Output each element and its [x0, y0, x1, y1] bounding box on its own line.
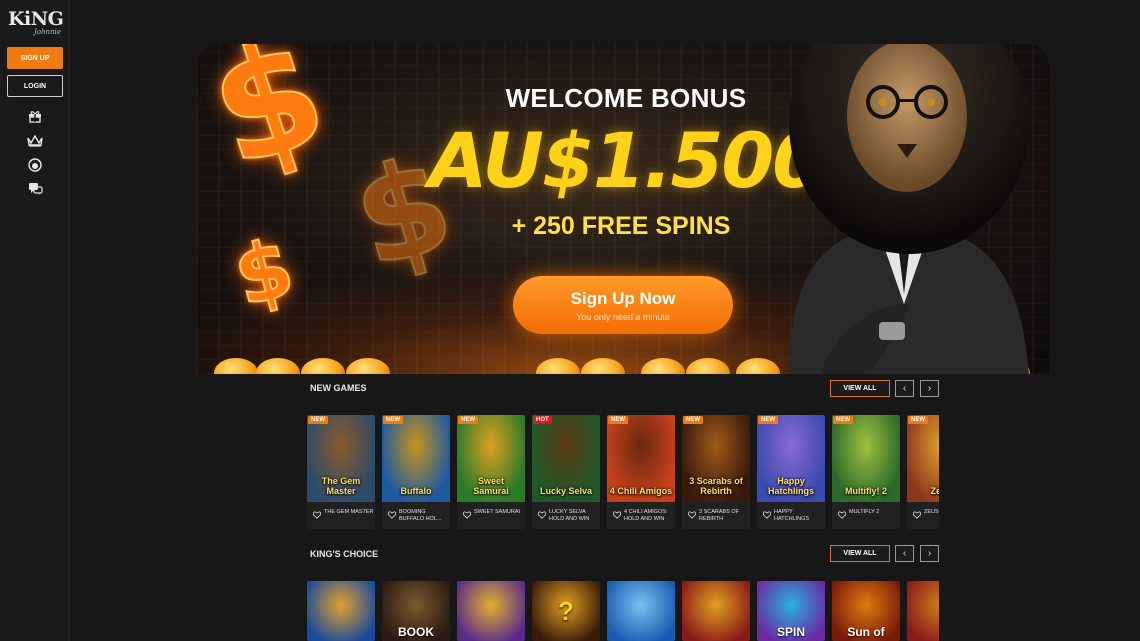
game-art-title: Sun of — [847, 625, 885, 639]
new-badge: NEW — [758, 416, 778, 424]
welcome-bonus-title: WELCOME BONUS — [505, 83, 747, 113]
favorite-heart-icon[interactable] — [538, 511, 546, 519]
new-games-carousel: The Gem Master NEW THE GEM MASTER Buffalo NE… — [307, 415, 939, 529]
new-games-prev-button[interactable]: ‹ — [895, 380, 914, 397]
kings-choice-title: KING'S CHOICE — [310, 549, 379, 559]
game-thumbnail[interactable] — [457, 581, 525, 641]
game-thumbnail[interactable]: The Gem Master — [307, 415, 375, 502]
game-name: SWEET SAMURAI — [474, 509, 521, 515]
game-card[interactable]: 3 Scarabs of Rebirth NEW 3 SCARABS OF REBI… — [682, 415, 750, 529]
game-thumbnail[interactable]: Sun of — [832, 581, 900, 641]
new-badge: NEW — [683, 416, 703, 424]
game-art-title: Lucky Selva — [539, 486, 593, 496]
brand-logo[interactable]: KiNG Johnnie — [8, 8, 64, 38]
game-thumbnail[interactable]: BOOK — [382, 581, 450, 641]
game-card[interactable]: Lucky Selva HOT LUCKY SELVA HOLD AND WIN — [532, 415, 600, 529]
game-art-title: 4 Chili Amigos — [609, 486, 673, 496]
new-badge: NEW — [833, 416, 853, 424]
game-name: MULTIFLY 2 — [849, 509, 880, 515]
brand-sub: Johnnie — [34, 28, 61, 36]
favorite-heart-icon[interactable] — [913, 511, 921, 519]
game-thumbnail[interactable]: 3 Scarabs of Rebirth — [682, 415, 750, 502]
game-card[interactable]: Buffalo NEW BOOMING BUFFALO HOL... — [382, 415, 450, 529]
favorite-heart-icon[interactable] — [613, 511, 621, 519]
new-games-view-all-button[interactable]: VIEW ALL — [830, 380, 890, 397]
new-badge: NEW — [608, 416, 628, 424]
game-thumbnail[interactable]: Happy Hatchlings — [757, 415, 825, 502]
game-thumbnail[interactable]: ? — [532, 581, 600, 641]
game-art-title: Happy Hatchlings — [767, 476, 814, 496]
cta-sublabel: You only need a minute — [576, 311, 670, 322]
game-thumbnail[interactable]: Sweet Samurai — [457, 415, 525, 502]
lion-mascot-image — [789, 44, 1029, 374]
favorite-heart-icon[interactable] — [388, 511, 396, 519]
game-name: ZEUS FURY — [924, 509, 939, 515]
chevron-left-icon: ‹ — [902, 548, 907, 559]
game-name: THE GEM MASTER — [324, 509, 374, 515]
game-art-title: SPIN — [776, 625, 805, 639]
crown-icon[interactable] — [27, 133, 43, 149]
game-card[interactable]: The Gem Master NEW THE GEM MASTER — [307, 415, 375, 529]
welcome-bonus-banner[interactable]: $ $ $ WELCOME BONUS AU$1.500 + 250 FREE … — [196, 44, 1049, 374]
lion-icon[interactable] — [27, 157, 43, 173]
chat-icon[interactable] — [27, 181, 43, 197]
chevron-right-icon: › — [927, 383, 932, 394]
favorite-heart-icon[interactable] — [688, 511, 696, 519]
new-badge: NEW — [308, 416, 328, 424]
game-name: 4 CHILI AMIGOS: HOLD AND WIN — [624, 509, 668, 522]
game-name: BOOMING BUFFALO HOL... — [399, 509, 442, 522]
game-thumbnail[interactable]: 4 Chili Amigos — [607, 415, 675, 502]
game-thumbnail[interactable]: SPIN — [757, 581, 825, 641]
favorite-heart-icon[interactable] — [313, 511, 321, 519]
game-thumbnail[interactable]: Zeus — [907, 415, 939, 502]
game-art-title: ? — [558, 596, 574, 626]
kings-choice-next-button[interactable]: › — [920, 545, 939, 562]
game-art-title: 3 Scarabs of Rebirth — [689, 476, 743, 496]
hot-badge: HOT — [533, 416, 552, 424]
game-name: HAPPY HATCHLINGS — [774, 509, 810, 522]
new-badge: NEW — [458, 416, 478, 424]
chevron-left-icon: ‹ — [902, 383, 907, 394]
sign-up-now-button[interactable]: Sign Up Now You only need a minute — [513, 276, 733, 334]
login-button[interactable]: LOGIN — [7, 75, 63, 97]
game-art-title: Buffalo — [400, 486, 432, 496]
new-games-title: NEW GAMES — [310, 383, 367, 393]
kings-choice-carousel: BOOK? SPIN Sun of — [307, 581, 939, 641]
kings-choice-view-all-button[interactable]: VIEW ALL — [830, 545, 890, 562]
free-spins-text: + 250 FREE SPINS — [511, 212, 731, 240]
game-art-title: BOOK — [398, 625, 434, 639]
favorite-heart-icon[interactable] — [463, 511, 471, 519]
game-art-title: Multifly! 2 — [845, 486, 887, 496]
game-thumbnail[interactable]: Buffalo — [382, 415, 450, 502]
game-name: 3 SCARABS OF REBIRTH — [699, 509, 740, 522]
gift-icon[interactable] — [27, 108, 43, 124]
game-card[interactable]: Sweet Samurai NEW SWEET SAMURAI — [457, 415, 525, 529]
kings-choice-prev-button[interactable]: ‹ — [895, 545, 914, 562]
cta-label: Sign Up Now — [570, 288, 676, 308]
game-art-title: The Gem Master — [321, 476, 361, 496]
new-badge: NEW — [383, 416, 403, 424]
favorite-heart-icon[interactable] — [763, 511, 771, 519]
game-thumbnail[interactable]: Multifly! 2 — [832, 415, 900, 502]
game-thumbnail[interactable]: Lucky Selva — [532, 415, 600, 502]
game-card[interactable]: Zeus NEW ZEUS FURY — [907, 415, 939, 529]
game-art-title: Zeus — [930, 486, 939, 496]
game-name: LUCKY SELVA HOLD AND WIN — [549, 509, 590, 522]
new-badge: NEW — [908, 416, 928, 424]
favorite-heart-icon[interactable] — [838, 511, 846, 519]
sidebar: KiNG Johnnie SIGN UP LOGIN — [0, 0, 70, 641]
new-games-next-button[interactable]: › — [920, 380, 939, 397]
game-thumbnail[interactable] — [307, 581, 375, 641]
game-thumbnail[interactable] — [682, 581, 750, 641]
game-thumbnail[interactable] — [607, 581, 675, 641]
game-thumbnail[interactable] — [907, 581, 939, 641]
signup-button[interactable]: SIGN UP — [7, 47, 63, 69]
game-card[interactable]: 4 Chili Amigos NEW 4 CHILI AMIGOS: HOLD AN… — [607, 415, 675, 529]
chevron-right-icon: › — [927, 548, 932, 559]
game-art-title: Sweet Samurai — [473, 476, 509, 496]
game-card[interactable]: Multifly! 2 NEW MULTIFLY 2 — [832, 415, 900, 529]
game-card[interactable]: Happy Hatchlings NEW HAPPY HATCHLINGS — [757, 415, 825, 529]
brand-name: KiNG — [8, 8, 64, 30]
